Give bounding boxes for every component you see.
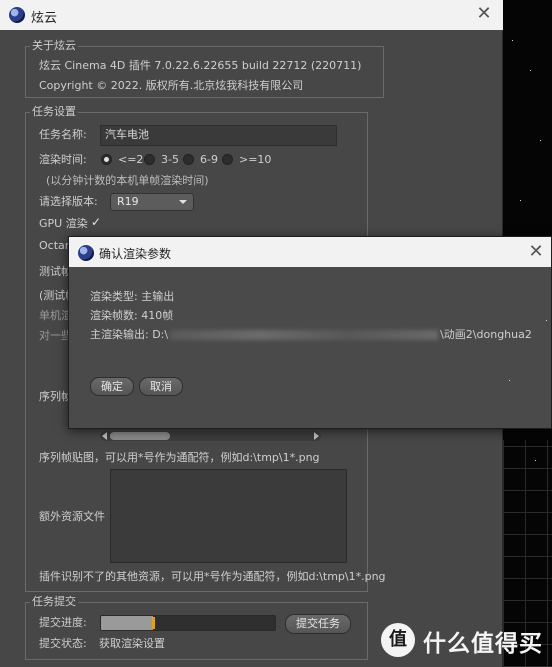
extra-resources-label: 额外资源文件: [39, 510, 105, 523]
watermark-text: 什么值得买: [423, 631, 543, 657]
about-group-title: 关于炫云: [30, 39, 78, 53]
app-logo-icon: [9, 7, 25, 23]
output-path-text: 主渲染输出: D:\ \动画2\donghua2: [90, 328, 532, 342]
submit-group-title: 任务提交: [30, 595, 78, 609]
radio-render-time-2-label: 3-5: [161, 153, 179, 166]
render-time-label: 渲染时间:: [39, 153, 87, 166]
radio-render-time-2[interactable]: [144, 154, 155, 165]
extra-resources-hint: 插件识别不了的其他资源，可以用*号作为通配符，例如d:\tmp\1*.png: [39, 570, 386, 583]
radio-render-time-1[interactable]: [101, 154, 112, 165]
radio-render-time-4-label: >=10: [239, 153, 272, 166]
version-text: 炫云 Cinema 4D 插件 7.0.22.6.22655 build 227…: [39, 59, 362, 72]
sequence-list-scrollbar[interactable]: [100, 431, 321, 441]
scroll-right-icon[interactable]: [314, 432, 319, 440]
dialog-title: 确认渲染参数: [99, 247, 172, 261]
version-select-value: R19: [117, 195, 139, 208]
submit-task-button[interactable]: 提交任务: [285, 614, 351, 634]
status-label: 提交状态:: [39, 637, 87, 650]
watermark-logo-icon: 值: [381, 623, 415, 657]
ok-button[interactable]: 确定: [90, 377, 134, 396]
version-select-label: 请选择版本:: [39, 195, 98, 208]
dialog-title-bar: 确认渲染参数 ✕: [69, 237, 551, 267]
redacted-path: [170, 330, 439, 340]
progress-indicator: [152, 617, 156, 629]
gpu-render-checkbox[interactable]: ✓: [91, 215, 101, 229]
cancel-button[interactable]: 取消: [139, 377, 183, 396]
frame-count-text: 渲染帧数: 410帧: [90, 309, 174, 322]
confirm-render-dialog: 确认渲染参数 ✕ 渲染类型: 主输出 渲染帧数: 410帧 主渲染输出: D:\…: [68, 236, 552, 429]
scroll-left-icon[interactable]: [102, 432, 107, 440]
task-settings-title: 任务设置: [30, 105, 78, 119]
scroll-thumb[interactable]: [110, 432, 170, 440]
render-type-text: 渲染类型: 主输出: [90, 290, 175, 303]
radio-render-time-3-label: 6-9: [200, 153, 218, 166]
app-logo-icon: [78, 245, 94, 261]
progress-fill: [101, 616, 154, 630]
watermark: 值 什么值得买: [381, 620, 552, 660]
sequence-frame-hint: 序列帧贴图，可以用*号作为通配符，例如d:\tmp\1*.png: [39, 451, 320, 464]
close-icon[interactable]: ✕: [525, 242, 547, 264]
window-title: 炫云: [31, 11, 58, 26]
status-value: 获取渲染设置: [99, 637, 165, 650]
octane-label: Octar: [39, 239, 70, 252]
radio-render-time-1-label: <=2: [118, 153, 144, 166]
task-name-input[interactable]: 汽车电池: [100, 125, 337, 146]
close-icon[interactable]: ✕: [473, 4, 495, 26]
output-path-suffix: \动画2\donghua2: [440, 328, 532, 341]
chevron-down-icon: [179, 200, 187, 204]
title-bar: 炫云 ✕: [0, 0, 503, 30]
radio-render-time-4[interactable]: [222, 154, 233, 165]
task-name-label: 任务名称:: [39, 128, 87, 141]
extra-resources-list[interactable]: [110, 469, 347, 563]
version-select[interactable]: R19: [110, 193, 194, 211]
radio-render-time-3[interactable]: [183, 154, 194, 165]
gpu-render-label: GPU 渲染: [39, 217, 88, 230]
output-path-prefix: 主渲染输出: D:\: [90, 328, 169, 341]
copyright-text: Copyright © 2022. 版权所有.北京炫我科技有限公司: [39, 79, 304, 92]
progress-label: 提交进度:: [39, 616, 87, 629]
render-time-hint: (以分钟计数的本机单帧渲染时间): [46, 174, 209, 187]
submit-progress-bar: [100, 615, 276, 631]
